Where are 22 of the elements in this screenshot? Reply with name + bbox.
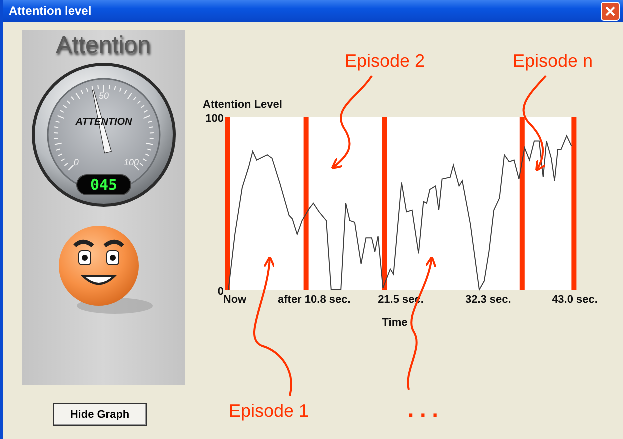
x-tick-label: after 10.8 sec. <box>278 294 351 306</box>
close-icon <box>605 6 616 16</box>
x-tick-label: Now <box>223 294 247 306</box>
gauge-scale-label: 0 <box>73 158 78 168</box>
hide-graph-button[interactable]: Hide Graph <box>53 403 147 426</box>
annotation-label: Episode 1 <box>229 401 310 421</box>
x-axis-title: Time <box>382 317 408 329</box>
gauge-scale-label: 100 <box>124 158 139 168</box>
digital-display <box>76 174 131 196</box>
x-tick-label: 43.0 sec. <box>552 294 598 306</box>
gauge-scale-label: 50 <box>98 91 108 101</box>
y-tick-label: 100 <box>206 113 224 125</box>
y-tick-label: 0 <box>218 286 224 298</box>
panel-title: Attention <box>56 32 151 60</box>
series-title: Attention Level <box>203 99 282 111</box>
annotation-label: Episode 2 <box>345 51 426 71</box>
close-button[interactable] <box>601 2 620 20</box>
window-title: Attention level <box>9 4 92 18</box>
annotation-label: Episode n <box>513 51 594 71</box>
x-tick-label: 32.3 sec. <box>465 294 512 306</box>
gauge-reading: 045 <box>90 176 118 194</box>
annotation-label: ... <box>408 397 444 422</box>
